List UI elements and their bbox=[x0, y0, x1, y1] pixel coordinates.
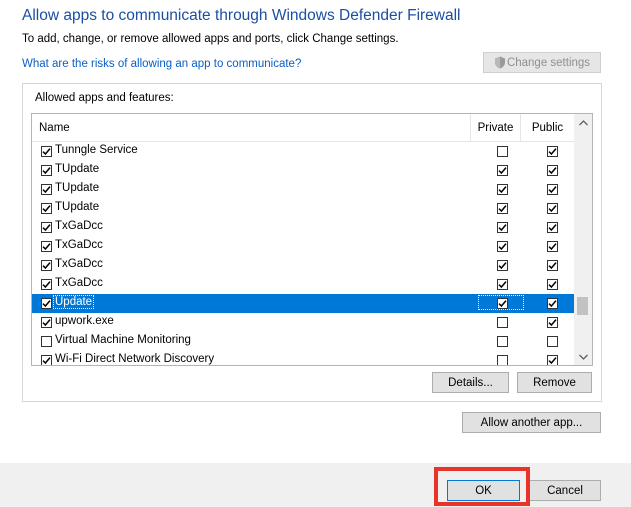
enabled-checkbox[interactable] bbox=[41, 241, 52, 252]
change-settings-button[interactable]: Change settings bbox=[483, 52, 601, 73]
private-checkbox[interactable] bbox=[497, 355, 508, 365]
private-checkbox[interactable] bbox=[497, 279, 508, 290]
private-checkbox[interactable] bbox=[497, 317, 508, 328]
enabled-checkbox[interactable] bbox=[41, 336, 52, 347]
risks-link[interactable]: What are the risks of allowing an app to… bbox=[22, 58, 301, 70]
public-checkbox[interactable] bbox=[547, 241, 558, 252]
enabled-checkbox[interactable] bbox=[41, 260, 52, 271]
app-name: Update bbox=[52, 295, 95, 309]
list-item[interactable]: TxGaDcc bbox=[32, 256, 574, 275]
private-checkbox[interactable] bbox=[497, 222, 508, 233]
app-name: TUpdate bbox=[55, 163, 100, 175]
private-checkbox[interactable] bbox=[497, 146, 508, 157]
public-checkbox[interactable] bbox=[547, 355, 558, 365]
allowed-apps-group: Allowed apps and features: Name Private … bbox=[22, 83, 602, 402]
ok-button[interactable]: OK bbox=[447, 480, 520, 501]
list-scrollbar[interactable] bbox=[574, 114, 592, 365]
scroll-up-icon[interactable] bbox=[574, 114, 592, 131]
app-name: upwork.exe bbox=[55, 315, 114, 327]
allowed-apps-list[interactable]: Name Private Public Tunngle Service TUpda… bbox=[31, 113, 593, 366]
enabled-checkbox[interactable] bbox=[41, 165, 52, 176]
public-checkbox[interactable] bbox=[547, 165, 558, 176]
enabled-checkbox[interactable] bbox=[41, 146, 52, 157]
public-checkbox[interactable] bbox=[547, 184, 558, 195]
remove-button[interactable]: Remove bbox=[517, 372, 592, 393]
list-item[interactable]: TUpdate bbox=[32, 199, 574, 218]
private-checkbox[interactable] bbox=[497, 203, 508, 214]
app-name: TxGaDcc bbox=[55, 258, 103, 270]
column-header-private[interactable]: Private bbox=[471, 114, 521, 141]
app-name: TUpdate bbox=[55, 201, 100, 213]
page-title: Allow apps to communicate through Window… bbox=[22, 7, 461, 24]
private-checkbox[interactable] bbox=[497, 336, 508, 347]
private-checkbox[interactable] bbox=[497, 260, 508, 271]
list-item[interactable]: Wi-Fi Direct Network Discovery bbox=[32, 351, 574, 365]
public-checkbox[interactable] bbox=[547, 317, 558, 328]
page-subtitle: To add, change, or remove allowed apps a… bbox=[22, 33, 399, 45]
list-item[interactable]: TxGaDcc bbox=[32, 275, 574, 294]
private-checkbox[interactable] bbox=[497, 165, 508, 176]
cancel-button[interactable]: Cancel bbox=[529, 480, 601, 501]
app-name: TxGaDcc bbox=[55, 220, 103, 232]
enabled-checkbox[interactable] bbox=[41, 184, 52, 195]
app-name: Wi-Fi Direct Network Discovery bbox=[55, 353, 215, 365]
scroll-down-icon[interactable] bbox=[574, 348, 592, 365]
list-item[interactable]: TUpdate bbox=[32, 161, 574, 180]
column-header-name[interactable]: Name bbox=[32, 114, 471, 141]
list-item[interactable]: Update bbox=[32, 294, 574, 313]
list-item[interactable]: Virtual Machine Monitoring bbox=[32, 332, 574, 351]
private-checkbox[interactable] bbox=[497, 184, 508, 195]
list-item[interactable]: TxGaDcc bbox=[32, 218, 574, 237]
enabled-checkbox[interactable] bbox=[41, 203, 52, 214]
public-checkbox[interactable] bbox=[547, 203, 558, 214]
list-header: Name Private Public bbox=[32, 114, 574, 142]
list-item[interactable]: TxGaDcc bbox=[32, 237, 574, 256]
allowed-apps-label: Allowed apps and features: bbox=[35, 92, 174, 104]
list-rows: Tunngle Service TUpdate TUpdate TUpdate TxGa… bbox=[32, 142, 574, 365]
private-checkbox[interactable] bbox=[497, 241, 508, 252]
enabled-checkbox[interactable] bbox=[41, 355, 52, 365]
list-item[interactable]: upwork.exe bbox=[32, 313, 574, 332]
app-name: Virtual Machine Monitoring bbox=[55, 334, 191, 346]
enabled-checkbox[interactable] bbox=[41, 222, 52, 233]
details-button[interactable]: Details... bbox=[432, 372, 509, 393]
enabled-checkbox[interactable] bbox=[41, 279, 52, 290]
public-checkbox[interactable] bbox=[547, 146, 558, 157]
public-checkbox[interactable] bbox=[547, 298, 558, 309]
private-checkbox[interactable] bbox=[497, 298, 508, 309]
public-checkbox[interactable] bbox=[547, 260, 558, 271]
list-item[interactable]: Tunngle Service bbox=[32, 142, 574, 161]
public-checkbox[interactable] bbox=[547, 279, 558, 290]
app-name: TxGaDcc bbox=[55, 239, 103, 251]
change-settings-label: Change settings bbox=[506, 56, 591, 69]
allow-another-app-button[interactable]: Allow another app... bbox=[462, 412, 601, 433]
app-name: TxGaDcc bbox=[55, 277, 103, 289]
app-name: TUpdate bbox=[55, 182, 100, 194]
enabled-checkbox[interactable] bbox=[41, 298, 52, 309]
list-item[interactable]: TUpdate bbox=[32, 180, 574, 199]
public-checkbox[interactable] bbox=[547, 222, 558, 233]
enabled-checkbox[interactable] bbox=[41, 317, 52, 328]
public-checkbox[interactable] bbox=[547, 336, 558, 347]
shield-icon bbox=[494, 56, 506, 69]
app-name: Tunngle Service bbox=[55, 144, 138, 156]
column-header-public[interactable]: Public bbox=[521, 114, 574, 141]
scrollbar-thumb[interactable] bbox=[577, 297, 588, 315]
